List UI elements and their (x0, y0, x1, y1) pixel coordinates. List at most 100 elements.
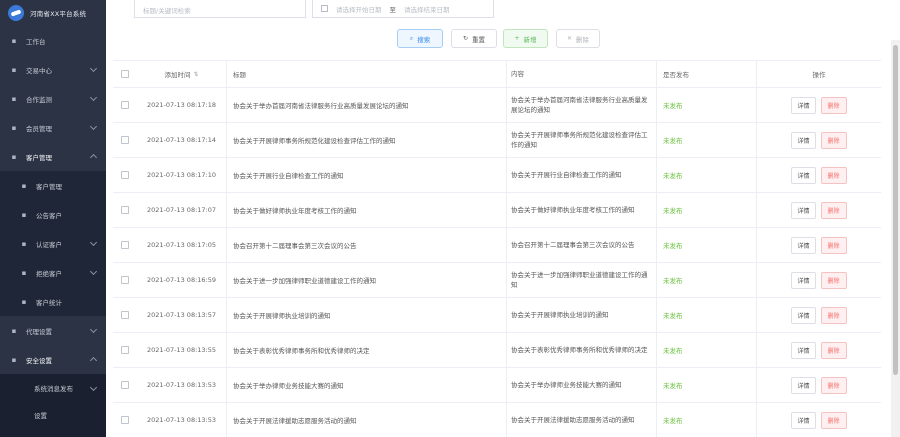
row-checkbox[interactable] (121, 276, 129, 284)
person-icon: ▪ (21, 210, 27, 219)
sidebar-item-sidebar.sub2_items-0[interactable]: 系统消息发布 (0, 374, 106, 401)
id-icon: ▪ (21, 239, 27, 248)
row-checkbox[interactable] (121, 206, 129, 214)
detail-button[interactable]: 详情 (791, 341, 816, 359)
sidebar: 河南省XX平台系统 ▪ 工作台 ▪ 交易中心 ▪ 合作监测 ▪ 会员管理 ▪ 客户管理 ▪ 客户管理… (0, 0, 106, 437)
row-title: 协会关于开展行业自律检查工作的通知 (227, 158, 507, 192)
sidebar-item-sidebar.items-4[interactable]: ▪ 客户管理 (0, 142, 106, 171)
row-select-cell[interactable] (113, 416, 137, 424)
row-checkbox[interactable] (121, 311, 129, 319)
delete-button[interactable]: 删除 (820, 411, 847, 429)
detail-button[interactable]: 详情 (791, 96, 816, 114)
table-row[interactable]: 2021-07-13 08:13:57 协会关于开展律师执业培训的通知 协会关于开展… (113, 298, 881, 333)
sidebar-item-sidebar.items-0[interactable]: ▪ 工作台 (0, 26, 106, 55)
sidebar-item-sidebar.items-1[interactable]: ▪ 交易中心 (0, 55, 106, 84)
sidebar-item-sidebar.sub_items-3[interactable]: ▪ 拒绝客户 (0, 258, 106, 287)
sidebar-item-sidebar.sub2_items-1[interactable]: 设置 (0, 401, 106, 428)
chevron-icon (89, 93, 98, 102)
delete-button[interactable]: 删除 (820, 376, 847, 394)
detail-button[interactable]: 详情 (791, 166, 816, 184)
select-all-cell[interactable] (113, 70, 137, 78)
reset-button[interactable]: ↻ 重置 (451, 29, 497, 48)
header-content: 内容 (507, 61, 657, 87)
table-row[interactable]: 2021-07-13 08:13:53 协会关于举办律师业务技能大赛的通知 协会关于… (113, 368, 881, 403)
row-select-cell[interactable] (113, 276, 137, 284)
bulk-delete-button[interactable]: ✕ 删除 (556, 29, 600, 48)
sidebar-item-sidebar.items-3[interactable]: ▪ 会员管理 (0, 113, 106, 142)
search-input[interactable]: 标题/关键词检索 (134, 0, 306, 18)
sidebar-item-sidebar.items2-1[interactable]: ▪ 安全设置 (0, 345, 106, 374)
row-select-cell[interactable] (113, 241, 137, 249)
row-checkbox[interactable] (121, 136, 129, 144)
detail-button[interactable]: 详情 (791, 376, 816, 394)
row-title: 协会关于举办律师业务技能大赛的通知 (227, 368, 507, 402)
detail-button[interactable]: 详情 (791, 271, 816, 289)
table-row[interactable]: 2021-07-13 08:17:10 协会关于开展行业自律检查工作的通知 协会关于… (113, 158, 881, 193)
filter-toolbar: 标题/关键词检索 请选择开始日期 至 请选择结束日期 ⌕ 搜索 ↻ 重置 + 新增 ✕… (106, 0, 900, 60)
delete-button[interactable]: 删除 (820, 236, 847, 254)
table-row[interactable]: 2021-07-13 08:17:05 协会召开第十二届理事会第三次会议的公告 协会… (113, 228, 881, 263)
row-checkbox[interactable] (121, 171, 129, 179)
row-select-cell[interactable] (113, 346, 137, 354)
sidebar-item-label: 代理设置 (26, 327, 52, 336)
delete-button[interactable]: 删除 (820, 166, 847, 184)
select-all-checkbox[interactable] (121, 70, 129, 78)
add-button[interactable]: + 新增 (503, 29, 548, 48)
table-row[interactable]: 2021-07-13 08:17:18 协会关于举办首届河南省法律服务行业高质量发… (113, 88, 881, 123)
row-select-cell[interactable] (113, 311, 137, 319)
row-status: 未发布 (657, 298, 757, 332)
row-select-cell[interactable] (113, 206, 137, 214)
row-select-cell[interactable] (113, 136, 137, 144)
sidebar-item-sidebar.sub_items-1[interactable]: ▪ 公告客户 (0, 200, 106, 229)
row-select-cell[interactable] (113, 101, 137, 109)
row-time: 2021-07-13 08:13:53 (137, 368, 227, 402)
table-row[interactable]: 2021-07-13 08:16:59 协会关于进一步加强律师职业道德建设工作的通… (113, 263, 881, 298)
date-start-field[interactable]: 请选择开始日期 (336, 4, 382, 14)
detail-button[interactable]: 详情 (791, 201, 816, 219)
delete-button[interactable]: 删除 (820, 201, 847, 219)
sidebar-item-sidebar.sub_items-0[interactable]: ▪ 客户管理 (0, 171, 106, 200)
search-button[interactable]: ⌕ 搜索 (397, 29, 443, 48)
delete-button[interactable]: 删除 (820, 96, 847, 114)
chart-icon: ▪ (21, 297, 27, 306)
row-checkbox[interactable] (121, 416, 129, 424)
date-end-field[interactable]: 请选择结束日期 (404, 4, 450, 14)
sort-icon[interactable]: ⇅ (193, 71, 198, 78)
sidebar-item-sidebar.sub_items-4[interactable]: ▪ 客户统计 (0, 287, 106, 316)
table-row[interactable]: 2021-07-13 08:13:53 协会关于开展法律援助志愿服务活动的通知 协会… (113, 403, 881, 437)
header-time[interactable]: 添加时间 ⇅ (137, 61, 227, 87)
row-content: 协会关于开展法律援助志愿服务活动的通知 (507, 403, 657, 437)
date-range-picker[interactable]: 请选择开始日期 至 请选择结束日期 (312, 0, 494, 18)
delete-button[interactable]: 删除 (820, 131, 847, 149)
detail-button[interactable]: 详情 (791, 131, 816, 149)
scrollbar-thumb[interactable] (893, 45, 898, 375)
chevron-icon (89, 267, 98, 276)
sidebar-item-sidebar.items2-0[interactable]: ▪ 代理设置 (0, 316, 106, 345)
calendar-icon (321, 5, 328, 12)
delete-button[interactable]: 删除 (820, 271, 847, 289)
detail-button[interactable]: 详情 (791, 236, 816, 254)
row-content: 协会关于开展行业自律检查工作的通知 (507, 158, 657, 192)
home-icon: ▪ (11, 36, 17, 45)
row-checkbox[interactable] (121, 241, 129, 249)
row-select-cell[interactable] (113, 171, 137, 179)
row-select-cell[interactable] (113, 381, 137, 389)
row-checkbox[interactable] (121, 381, 129, 389)
row-status: 未发布 (657, 123, 757, 157)
sidebar-item-sidebar.sub2_items-2[interactable]: 标题/关键词 (0, 428, 106, 437)
app-logo[interactable]: 河南省XX平台系统 (0, 0, 106, 26)
vertical-scrollbar[interactable] (891, 40, 900, 437)
detail-button[interactable]: 详情 (791, 306, 816, 324)
sidebar-item-sidebar.sub_items-2[interactable]: ▪ 认证客户 (0, 229, 106, 258)
delete-button[interactable]: 删除 (820, 341, 847, 359)
row-checkbox[interactable] (121, 101, 129, 109)
row-title: 协会关于进一步加强律师职业道德建设工作的通知 (227, 263, 507, 297)
table-row[interactable]: 2021-07-13 08:17:07 协会关于做好律师执业年度考核工作的通知 协会… (113, 193, 881, 228)
sidebar-item-sidebar.items-2[interactable]: ▪ 合作监测 (0, 84, 106, 113)
row-checkbox[interactable] (121, 346, 129, 354)
detail-button[interactable]: 详情 (791, 411, 816, 429)
table-row[interactable]: 2021-07-13 08:13:55 协会关于表彰优秀律师事务所和优秀律师的决定… (113, 333, 881, 368)
table-row[interactable]: 2021-07-13 08:17:14 协会关于开展律师事务所规范化建设检查评估工… (113, 123, 881, 158)
delete-button[interactable]: 删除 (820, 306, 847, 324)
row-title: 协会关于举办首届河南省法律服务行业高质量发展论坛的通知 (227, 88, 507, 122)
